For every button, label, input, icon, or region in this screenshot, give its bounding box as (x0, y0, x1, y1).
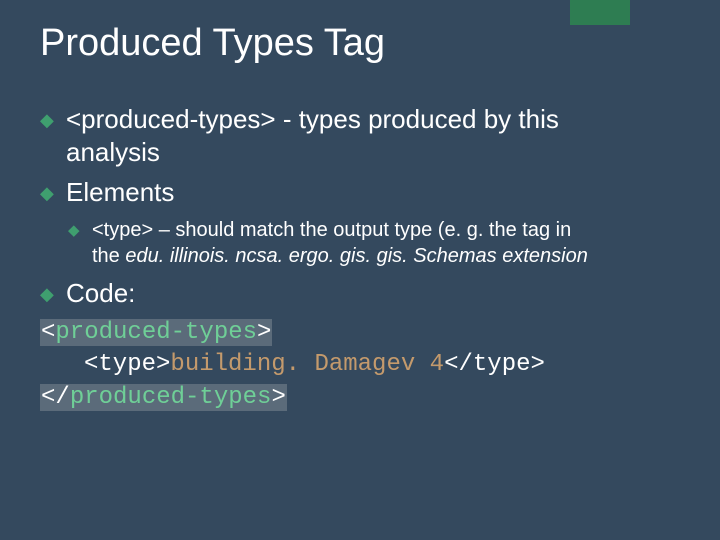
diamond-icon: ◆ (68, 221, 80, 241)
desc-text: – should match the output type (e. g. th… (153, 219, 571, 241)
bullet-elements: ◆ Elements (40, 176, 680, 209)
subbullet-line2: the edu. illinois. ncsa. ergo. gis. gis.… (92, 245, 588, 267)
tag-name: produced-types (70, 384, 272, 411)
accent-bar (570, 0, 630, 25)
cont-em: edu. illinois. ncsa. ergo. gis. gis. Sch… (125, 245, 587, 267)
slide: Produced Types Tag ◆ <produced-types> - … (0, 0, 720, 444)
code-line-2: <type>building. Damagev 4</type> (40, 349, 680, 381)
bullet-text: <produced-types> - types produced by thi… (66, 104, 559, 134)
diamond-icon: ◆ (40, 182, 54, 205)
cont-pre: the (92, 245, 125, 267)
tag-literal: <type> (92, 219, 153, 241)
bullet-cont: analysis (66, 136, 680, 169)
bullet-produced-types: ◆ <produced-types> - types produced by t… (40, 103, 680, 168)
page-title: Produced Types Tag (40, 22, 680, 65)
open-tag: <type> (84, 351, 170, 378)
tag-text: building. Damagev 4 (170, 351, 444, 378)
subbullet-line1: <type> – should match the output type (e… (92, 219, 571, 241)
diamond-icon: ◆ (40, 109, 54, 132)
code-line-3: </produced-types> (40, 382, 680, 414)
tag-name: produced-types (55, 319, 257, 346)
bullet-text: Code: (66, 278, 135, 308)
diamond-icon: ◆ (40, 283, 54, 306)
code-block: <produced-types> <type>building. Damagev… (40, 317, 680, 414)
bullet-code: ◆ Code: (40, 277, 680, 310)
gt: > (257, 319, 271, 346)
lt-slash: </ (41, 384, 70, 411)
subbullet-type: ◆ <type> – should match the output type … (40, 217, 680, 269)
desc-text: - types produced by this (276, 104, 559, 134)
close-tag: </type> (444, 351, 545, 378)
lt: < (41, 319, 55, 346)
gt: > (271, 384, 285, 411)
code-line-1: <produced-types> (40, 317, 680, 349)
tag-literal: <produced-types> (66, 104, 276, 134)
bullet-text: Elements (66, 177, 174, 207)
